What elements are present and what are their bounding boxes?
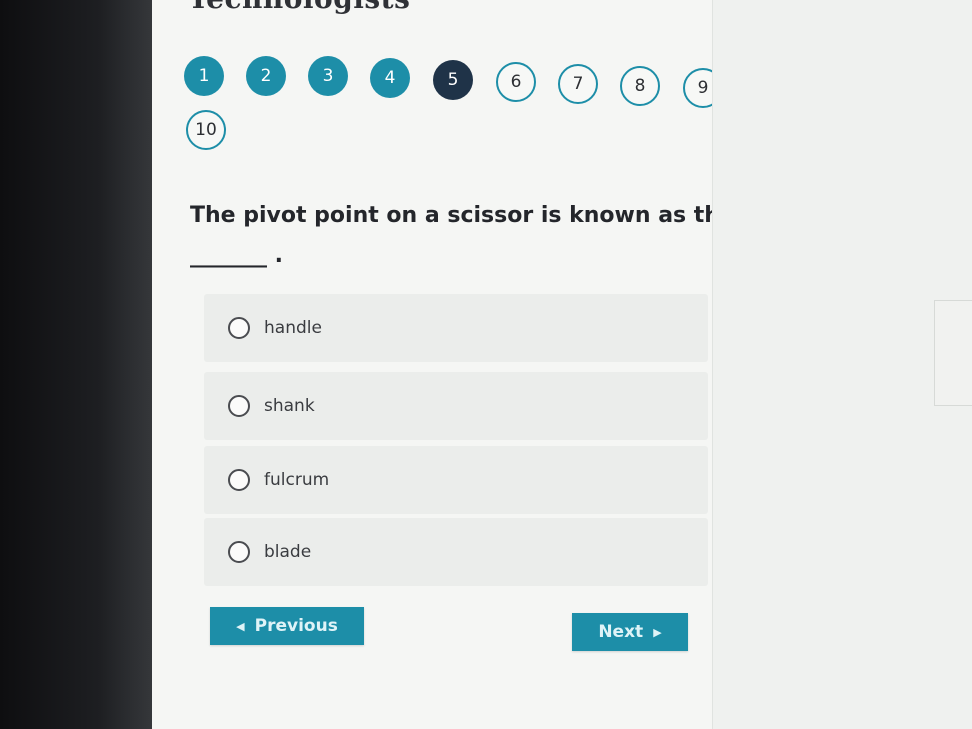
radio-button[interactable]: [228, 469, 250, 491]
question-nav-3[interactable]: 3: [308, 56, 348, 96]
question-line-1: The pivot point on a scissor is known as…: [190, 203, 735, 228]
option-label: shank: [264, 396, 315, 416]
question-nav-8[interactable]: 8: [620, 66, 660, 106]
radio-button[interactable]: [228, 395, 250, 417]
option-shank[interactable]: shank: [204, 372, 708, 440]
previous-button[interactable]: ◀ Previous: [210, 607, 364, 645]
caret-right-icon: ▶: [653, 625, 662, 639]
question-text: The pivot point on a scissor is known as…: [190, 196, 750, 276]
option-handle[interactable]: handle: [204, 294, 708, 362]
monitor-bezel-edge: [100, 0, 152, 729]
question-nav-2[interactable]: 2: [246, 56, 286, 96]
question-nav-4[interactable]: 4: [370, 58, 410, 98]
option-label: handle: [264, 318, 322, 338]
question-nav-10[interactable]: 10: [186, 110, 226, 150]
option-fulcrum[interactable]: fulcrum: [204, 446, 708, 514]
site-title: Technologists: [188, 0, 410, 15]
question-nav-6[interactable]: 6: [496, 62, 536, 102]
option-label: blade: [264, 542, 312, 562]
next-button[interactable]: Next ▶: [572, 613, 688, 651]
previous-label: Previous: [254, 616, 338, 636]
option-blade[interactable]: blade: [204, 518, 708, 586]
side-panel-box: [934, 300, 972, 406]
screen: Technologists 1 2 3 4 5 6 7 8 9 10 The p…: [152, 0, 972, 729]
next-label: Next: [598, 622, 644, 642]
question-nav-5[interactable]: 5: [433, 60, 473, 100]
right-panel: [712, 0, 972, 729]
radio-button[interactable]: [228, 317, 250, 339]
radio-button[interactable]: [228, 541, 250, 563]
question-nav-7[interactable]: 7: [558, 64, 598, 104]
caret-left-icon: ◀: [236, 619, 245, 633]
question-blank: _______ .: [190, 243, 284, 268]
option-label: fulcrum: [264, 470, 330, 490]
question-nav-1[interactable]: 1: [184, 56, 224, 96]
quiz-content: Technologists 1 2 3 4 5 6 7 8 9 10 The p…: [152, 0, 735, 729]
